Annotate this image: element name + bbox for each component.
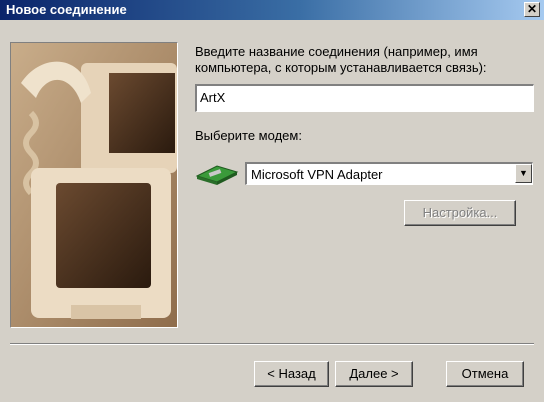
separator [10, 343, 534, 345]
name-prompt-line1: Введите название соединения (например, и… [195, 44, 478, 59]
configure-button[interactable]: Настройка... [404, 200, 516, 226]
modem-select[interactable]: Microsoft VPN Adapter ▼ [245, 162, 533, 185]
modem-label: Выберите модем: [195, 128, 302, 143]
back-button[interactable]: < Назад [254, 361, 329, 387]
title-bar[interactable]: Новое соединение ✕ [0, 0, 544, 20]
new-connection-dialog: Новое соединение ✕ Введите название соед… [0, 0, 544, 402]
window-title: Новое соединение [6, 2, 127, 17]
modem-selected-value: Microsoft VPN Adapter [251, 167, 383, 182]
cancel-button[interactable]: Отмена [446, 361, 524, 387]
next-button[interactable]: Далее > [335, 361, 413, 387]
dropdown-button[interactable]: ▼ [515, 164, 532, 183]
close-icon: ✕ [526, 2, 538, 16]
modem-icon [195, 160, 239, 186]
close-button[interactable]: ✕ [524, 2, 540, 17]
connection-name-field[interactable]: ArtX [195, 84, 534, 112]
computer-illustration [10, 42, 178, 328]
connection-name-value: ArtX [200, 90, 226, 105]
chevron-down-icon: ▼ [519, 168, 528, 178]
name-prompt-line2: компьютера, с которым устанавливается св… [195, 60, 487, 75]
